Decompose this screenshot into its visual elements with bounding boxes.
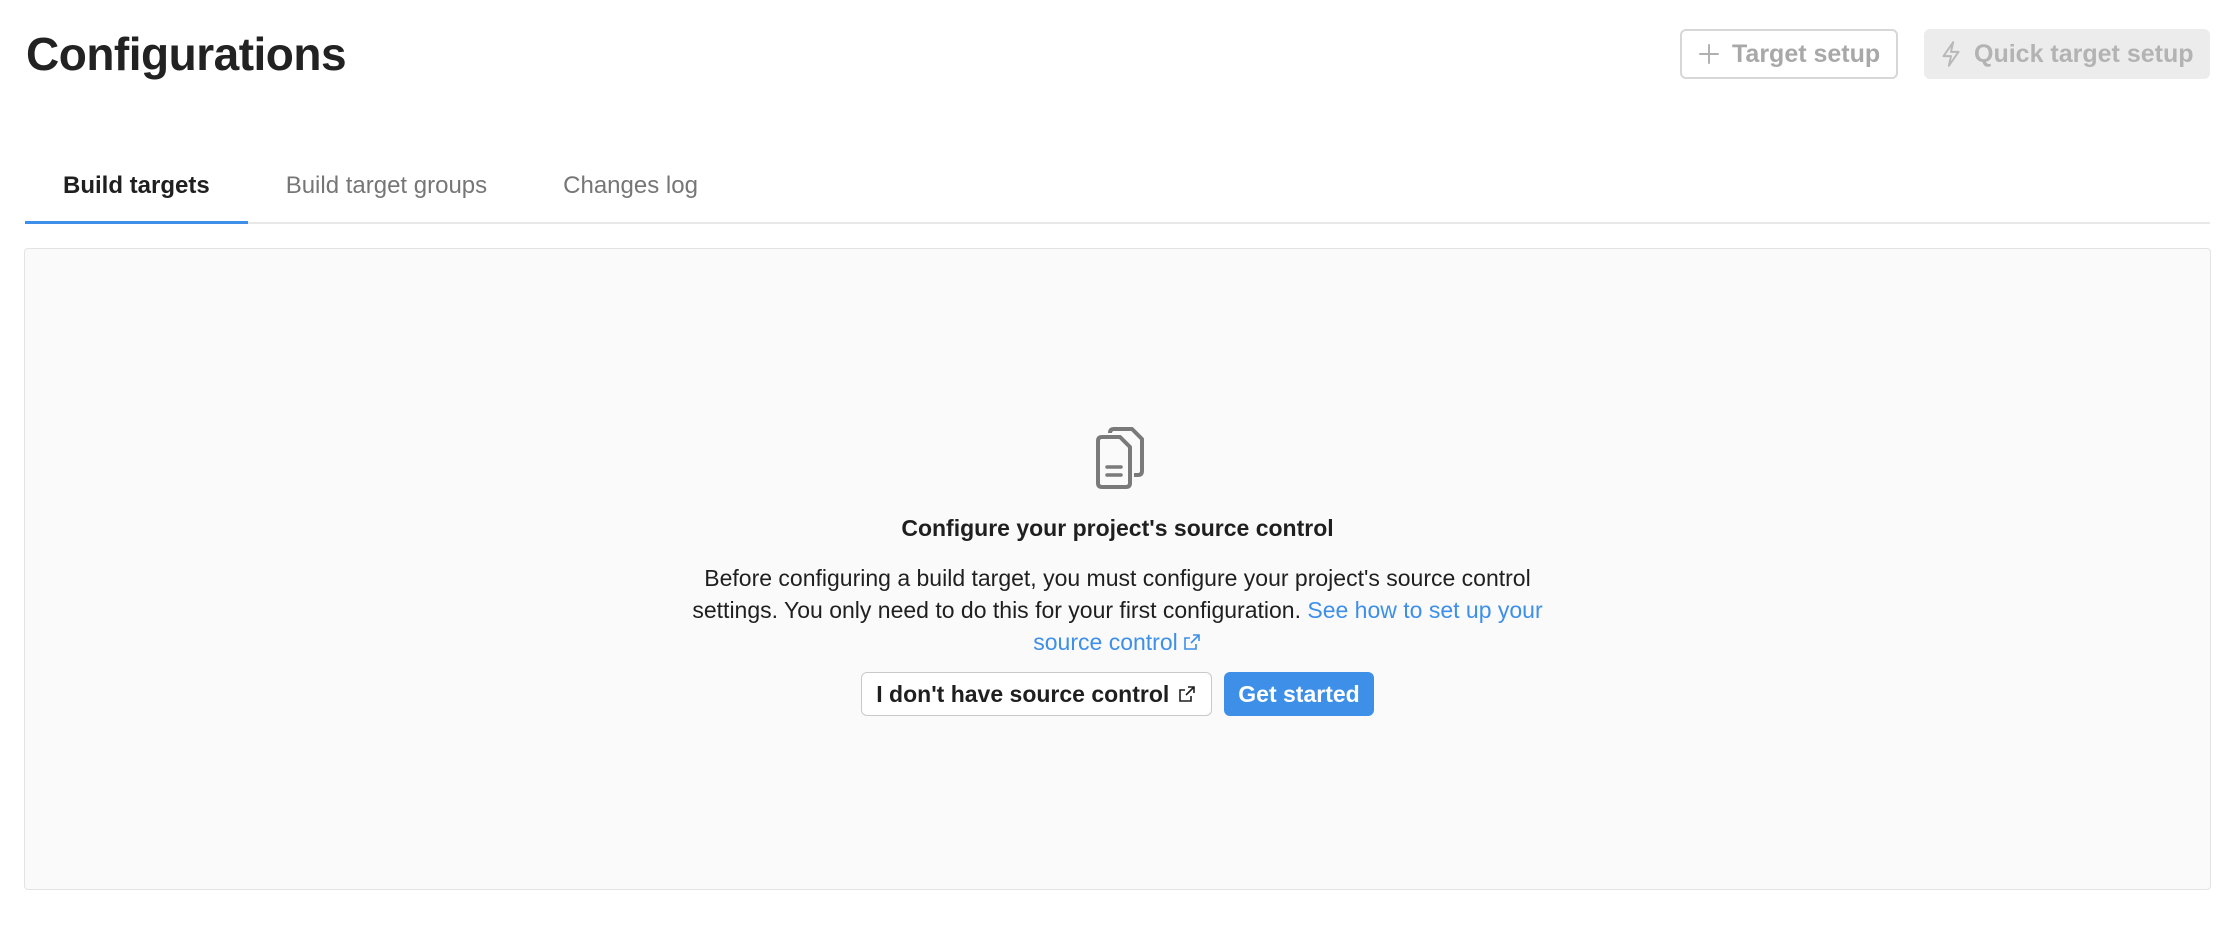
empty-state-title: Configure your project's source control (901, 515, 1334, 541)
header-actions: Target setup Quick target setup (1680, 29, 2210, 79)
quick-target-setup-label: Quick target setup (1974, 39, 2194, 68)
tab-changes-log[interactable]: Changes log (525, 150, 736, 222)
plus-icon (1699, 44, 1719, 64)
external-link-icon (1179, 686, 1196, 702)
documents-icon (1095, 427, 1144, 489)
tab-label: Changes log (563, 172, 698, 199)
tab-label: Build target groups (285, 172, 488, 199)
empty-state-actions: I don't have source control Get started (861, 672, 1374, 716)
page-title: Configurations (26, 28, 347, 80)
lightning-icon (1942, 41, 1960, 67)
empty-state: Configure your project's source control … (25, 425, 2210, 716)
button-label: Get started (1238, 680, 1360, 707)
empty-state-panel: Configure your project's source control … (24, 248, 2211, 890)
quick-target-setup-button[interactable]: Quick target setup (1924, 29, 2210, 79)
no-source-control-button[interactable]: I don't have source control (861, 672, 1213, 716)
button-label: I don't have source control (876, 680, 1170, 707)
target-setup-button[interactable]: Target setup (1680, 29, 1898, 79)
get-started-button[interactable]: Get started (1224, 672, 1374, 716)
tab-bar: Build targets Build target groups Change… (25, 150, 2210, 224)
tab-build-target-groups[interactable]: Build target groups (248, 150, 525, 222)
external-link-icon (1183, 634, 1200, 650)
empty-state-description: Before configuring a build target, you m… (688, 562, 1548, 658)
target-setup-label: Target setup (1732, 39, 1881, 68)
tab-label: Build targets (63, 172, 210, 199)
tab-build-targets[interactable]: Build targets (25, 150, 248, 224)
